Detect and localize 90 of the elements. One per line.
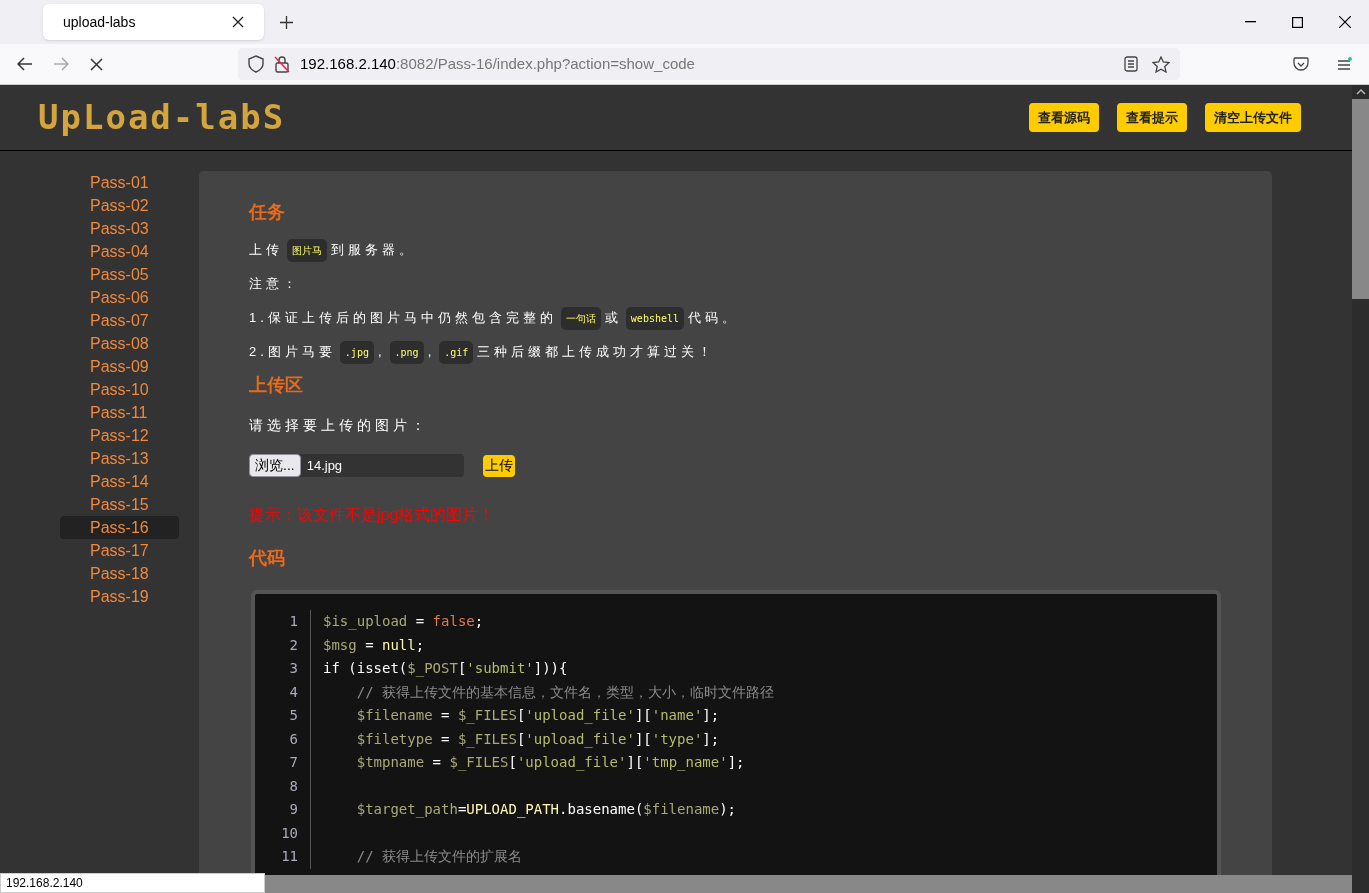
insecure-lock-icon: [274, 55, 290, 73]
star-icon[interactable]: [1152, 55, 1170, 73]
new-tab-icon[interactable]: [280, 15, 293, 29]
code-line: $msg = null;: [322, 635, 425, 655]
task-text: ,: [427, 343, 436, 362]
browser-tab[interactable]: upload-labs: [43, 4, 264, 40]
url-path: :8082/Pass-16/index.php?action=show_code: [395, 53, 695, 74]
sidebar-item[interactable]: Pass-01: [60, 171, 179, 194]
sidebar-item[interactable]: Pass-19: [60, 585, 179, 608]
sidebar-item[interactable]: Pass-02: [60, 194, 179, 217]
sidebar-item[interactable]: Pass-03: [60, 217, 179, 240]
section-heading: 上传区: [249, 374, 304, 397]
sidebar-item[interactable]: Pass-06: [60, 286, 179, 309]
line-number: 10: [255, 821, 311, 845]
horizontal-scrollbar[interactable]: [265, 875, 1352, 893]
close-window-icon[interactable]: [1339, 16, 1351, 28]
inline-code: 图片马: [287, 238, 327, 262]
line-number: 7: [255, 751, 311, 775]
code-line: if (isset($_POST['submit'])){: [322, 659, 568, 679]
maximize-icon[interactable]: [1292, 16, 1303, 28]
task-text: 注意：: [249, 275, 300, 294]
sidebar-item[interactable]: Pass-10: [60, 378, 179, 401]
task-text: 2.图片马要: [249, 343, 336, 362]
task-text: 上传: [249, 241, 283, 260]
sidebar-item[interactable]: Pass-11: [60, 401, 179, 424]
line-number: 1: [255, 610, 311, 634]
line-number: 3: [255, 657, 311, 681]
sidebar-item[interactable]: Pass-07: [60, 309, 179, 332]
code-line: $tmpname = $_FILES['upload_file']['tmp_name'];: [355, 753, 745, 773]
scrollbar-thumb[interactable]: [1352, 99, 1369, 299]
status-url-tooltip: 192.168.2.140: [0, 873, 265, 893]
inline-code: webshell: [625, 306, 684, 330]
line-number: 2: [255, 633, 311, 657]
sidebar-item[interactable]: Pass-13: [60, 447, 179, 470]
inline-code: 一句话: [560, 306, 601, 330]
task-text: ,: [377, 343, 386, 362]
sidebar-item[interactable]: Pass-15: [60, 493, 179, 516]
back-icon[interactable]: [17, 57, 33, 71]
inline-code: .png: [389, 340, 424, 364]
sidebar-item[interactable]: Pass-08: [60, 332, 179, 355]
browse-button[interactable]: 浏览...: [249, 454, 301, 477]
code-line: $filename = $_FILES['upload_file']['name'];: [355, 706, 720, 726]
code-line: $target_path=UPLOAD_PATH.basename($filename);: [355, 800, 737, 820]
upload-button[interactable]: 上传: [483, 454, 515, 477]
address-bar[interactable]: 192.168.2.140:8082/Pass-16/index.php?action=show_code: [238, 48, 1180, 80]
task-text: 1.保证上传后的图片马中仍然包含完整的: [249, 309, 557, 328]
code-line: $filetype = $_FILES['upload_file']['type'];: [355, 729, 720, 750]
task-text: 三种后缀都上传成功才算过关！: [477, 343, 716, 362]
section-heading: 任务: [249, 201, 286, 224]
task-text: 到服务器。: [331, 241, 416, 260]
close-icon[interactable]: [232, 16, 244, 28]
sidebar-item[interactable]: Pass-12: [60, 424, 179, 447]
line-number: 9: [255, 798, 311, 822]
tab-title: upload-labs: [63, 12, 137, 32]
code-line: // 获得上传文件的扩展名: [355, 847, 522, 867]
upload-prompt: 请选择要上传的图片：: [249, 416, 430, 435]
menu-icon[interactable]: [1337, 57, 1353, 71]
scroll-up-icon[interactable]: [1355, 89, 1366, 95]
line-number: 4: [255, 680, 311, 704]
stop-icon[interactable]: [90, 57, 103, 71]
sidebar-item[interactable]: Pass-16: [60, 516, 179, 539]
header-button[interactable]: 查看源码: [1029, 103, 1099, 132]
vertical-scrollbar[interactable]: [1352, 85, 1369, 893]
sidebar-item[interactable]: Pass-14: [60, 470, 179, 493]
shield-icon: [248, 55, 264, 73]
sidebar-item[interactable]: Pass-17: [60, 539, 179, 562]
line-number: 11: [255, 845, 311, 869]
inline-code: .jpg: [339, 340, 374, 364]
error-message: 提示：该文件不是jpg格式的图片！: [249, 505, 496, 525]
sidebar-item[interactable]: Pass-18: [60, 562, 179, 585]
code-line: // 获得上传文件的基本信息，文件名，类型，大小，临时文件路径: [355, 682, 774, 702]
line-number: 5: [255, 704, 311, 728]
url-host: 192.168.2.140: [300, 53, 396, 74]
header-button[interactable]: 清空上传文件: [1205, 103, 1301, 132]
line-number: 6: [255, 727, 311, 751]
sidebar-item[interactable]: Pass-05: [60, 263, 179, 286]
header-button[interactable]: 查看提示: [1117, 103, 1187, 132]
sidebar-item[interactable]: Pass-09: [60, 355, 179, 378]
task-text: 或: [604, 309, 622, 328]
minimize-icon[interactable]: [1245, 21, 1256, 23]
code-line: $is_upload = false;: [322, 612, 484, 632]
pocket-icon[interactable]: [1293, 56, 1309, 72]
inline-code: .gif: [439, 340, 474, 364]
sidebar-item[interactable]: Pass-04: [60, 240, 179, 263]
file-input[interactable]: 浏览... 14.jpg: [249, 454, 464, 477]
reader-view-icon[interactable]: [1124, 56, 1138, 72]
task-text: 代码。: [688, 309, 739, 328]
section-heading: 代码: [249, 547, 286, 570]
logo[interactable]: UpLoad-labS: [38, 92, 286, 143]
line-number: 8: [255, 774, 311, 798]
